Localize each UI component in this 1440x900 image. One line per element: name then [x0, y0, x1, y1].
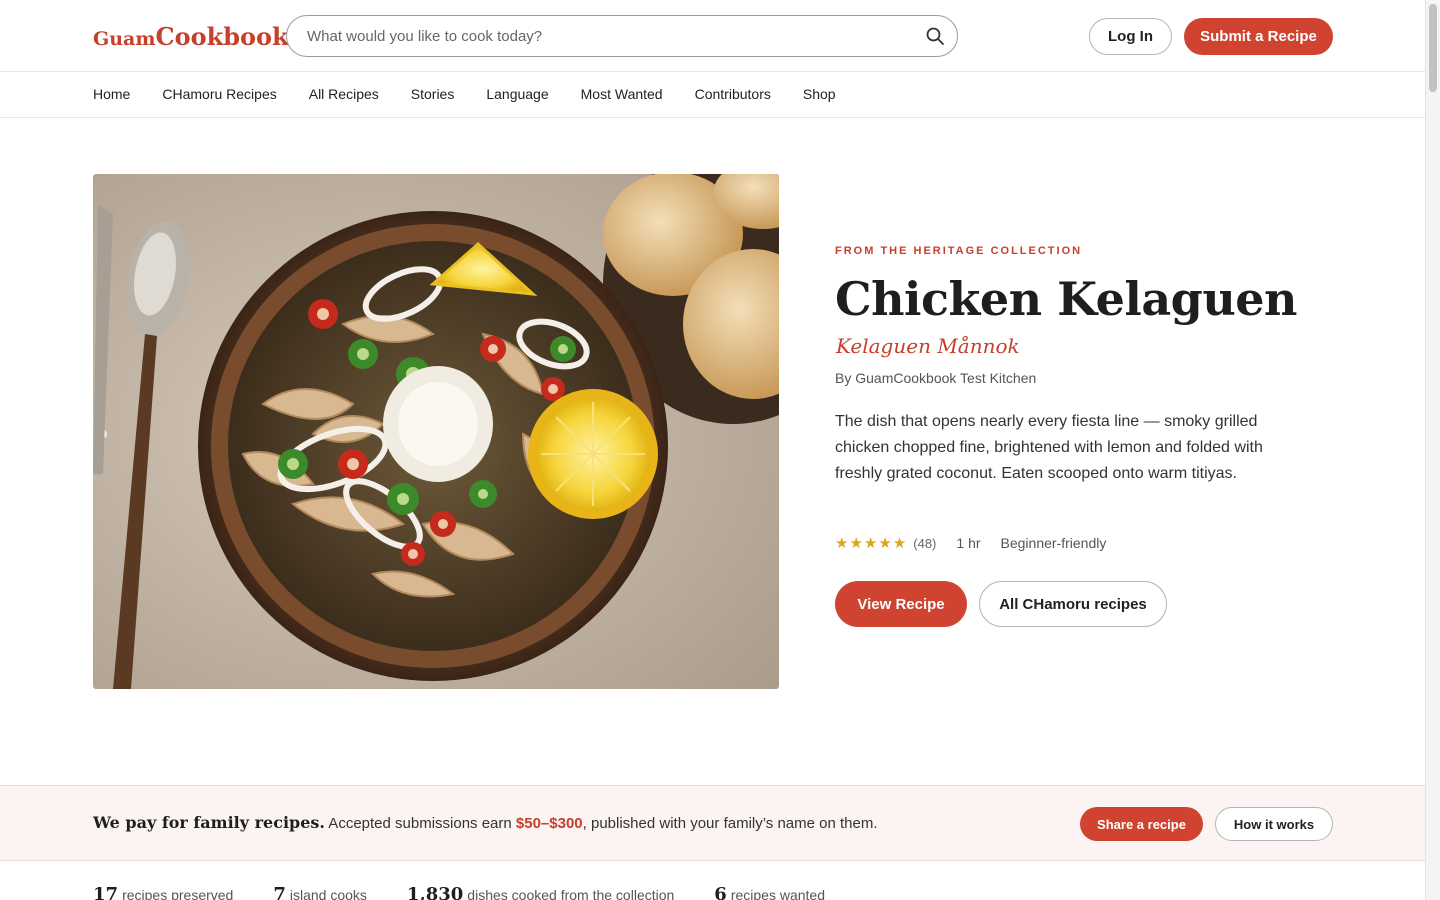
site-header: GuamCookbook Log In Submit a Recipe — [0, 0, 1425, 72]
stat-item: 1,830 dishes cooked from the collection — [407, 884, 674, 900]
login-button[interactable]: Log In — [1089, 18, 1172, 55]
recipe-title: Chicken Kelaguen — [835, 272, 1297, 326]
logo-prefix: Guam — [93, 28, 156, 50]
rating-count: (48) — [913, 535, 937, 551]
nav-item-stories[interactable]: Stories — [411, 86, 455, 102]
submit-recipe-button[interactable]: Submit a Recipe — [1184, 18, 1333, 55]
recipe-byline[interactable]: By GuamCookbook Test Kitchen — [835, 370, 1036, 386]
nav-item-most-wanted[interactable]: Most Wanted — [581, 86, 663, 102]
main-nav: Home CHamoru Recipes All Recipes Stories… — [0, 73, 1425, 118]
stat-label: recipes preserved — [122, 887, 234, 900]
rating-stars[interactable]: ★ ★ ★ ★ ★ — [835, 534, 906, 552]
collection-eyebrow: FROM THE HERITAGE COLLECTION — [835, 245, 1083, 257]
search-input[interactable] — [307, 16, 907, 56]
banner-text: We pay for family recipes. Accepted subm… — [93, 813, 878, 832]
star-icon: ★ — [863, 535, 878, 552]
family-recipes-banner: We pay for family recipes. Accepted subm… — [0, 785, 1425, 861]
banner-text-before: Accepted submissions earn — [324, 815, 516, 832]
stat-item: 17 recipes preserved — [93, 884, 233, 900]
nav-item-shop[interactable]: Shop — [803, 86, 836, 102]
difficulty-level: Beginner-friendly — [1000, 535, 1107, 551]
stat-label: recipes wanted — [730, 887, 825, 900]
recipe-hero-image[interactable] — [93, 174, 779, 689]
scrollbar-thumb[interactable] — [1429, 4, 1437, 92]
stat-number: 7 — [273, 884, 286, 900]
recipe-description: The dish that opens nearly every fiesta … — [835, 413, 1263, 482]
star-icon: ★ — [892, 535, 907, 552]
logo-main: Cookbook — [155, 22, 289, 51]
banner-amount: $50–$300 — [515, 815, 583, 832]
nav-item-home[interactable]: Home — [93, 86, 130, 102]
view-recipe-button[interactable]: View Recipe — [835, 581, 967, 627]
stat-label: dishes cooked from the collection — [467, 887, 675, 900]
search-bar — [286, 15, 958, 57]
cook-time: 1 hr — [956, 535, 981, 551]
page-scrollbar[interactable] — [1425, 0, 1440, 900]
stat-number: 17 — [93, 884, 119, 900]
star-icon: ★ — [878, 535, 892, 552]
search-icon[interactable] — [925, 26, 945, 46]
all-chamoru-recipes-button[interactable]: All CHamoru recipes — [979, 581, 1167, 627]
stat-item: 7 island cooks — [273, 884, 367, 900]
stat-number: 1,830 — [406, 884, 464, 900]
star-icon: ★ — [835, 535, 849, 552]
page: GuamCookbook Log In Submit a Recipe Home… — [0, 0, 1425, 900]
nav-list: Home CHamoru Recipes All Recipes Stories… — [93, 86, 836, 102]
banner-headline: We pay for family recipes. — [93, 813, 325, 832]
nav-item-language[interactable]: Language — [486, 86, 548, 102]
star-icon: ★ — [849, 535, 863, 552]
share-recipe-button[interactable]: Share a recipe — [1080, 807, 1203, 841]
banner-text-after: , published with your family’s name on t… — [582, 815, 878, 832]
site-logo[interactable]: GuamCookbook — [93, 22, 289, 51]
stat-item: 6 recipes wanted — [714, 884, 825, 900]
nav-item-all-recipes[interactable]: All Recipes — [309, 86, 379, 102]
nav-item-chamoru-recipes[interactable]: CHamoru Recipes — [162, 86, 276, 102]
stat-label: island cooks — [289, 887, 367, 900]
recipe-native-name: Kelaguen Månnok — [836, 334, 1020, 358]
stats-row: 17 recipes preserved 7 island cooks 1,830 d… — [93, 884, 825, 900]
how-it-works-button[interactable]: How it works — [1215, 807, 1333, 841]
stat-number: 6 — [714, 884, 727, 900]
recipe-meta: ★ ★ ★ ★ ★ (48) 1 hr Beginner-friendly — [835, 534, 1106, 552]
nav-item-contributors[interactable]: Contributors — [695, 86, 771, 102]
